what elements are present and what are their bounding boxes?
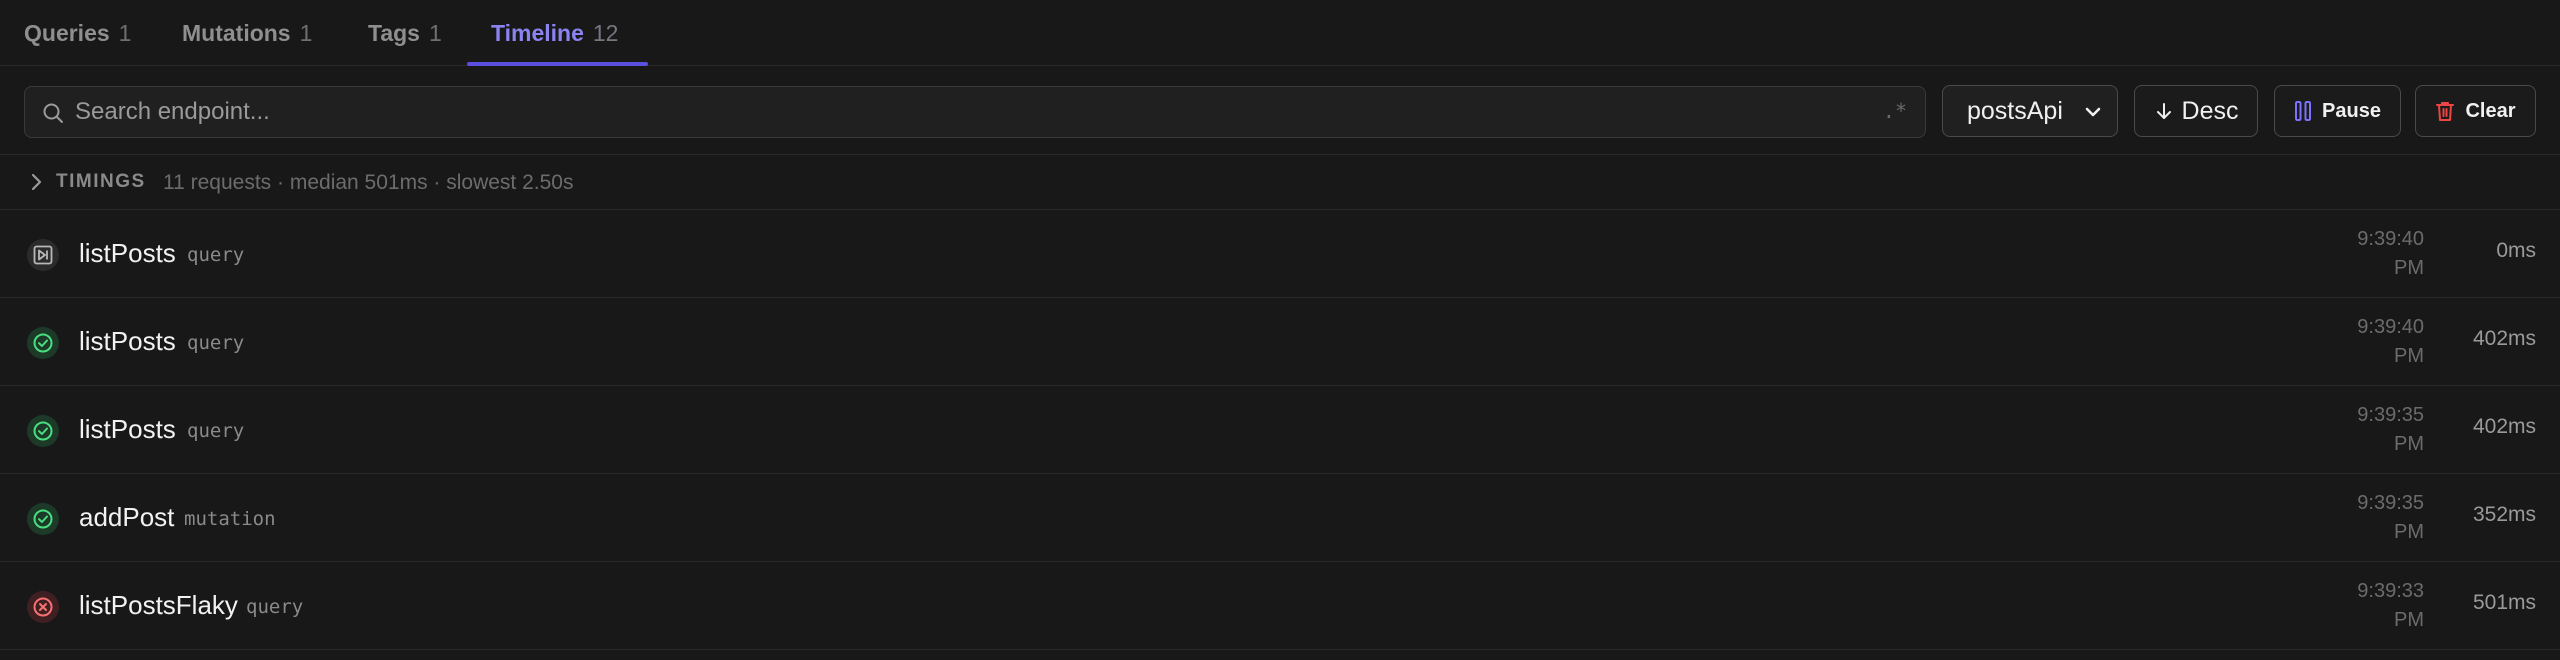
trash-icon [2436,102,2455,121]
request-time-clock: 9:39:40 [2357,316,2424,338]
tab-label: Tags [368,19,420,46]
request-time-clock: 9:39:40 [2357,228,2424,250]
tab-tags[interactable]: Tags 1 [368,0,442,66]
request-time: 9:39:40 PM [2334,225,2424,283]
request-duration: 402ms [2472,327,2536,350]
tab-count: 1 [118,19,132,46]
timeline-list: listPosts query 9:39:40 PM 0ms listPosts… [0,210,2560,650]
endpoint-name: listPosts [79,326,176,356]
search-icon [43,103,63,123]
tab-count: 12 [592,19,619,46]
request-time: 9:39:40 PM [2334,313,2424,371]
regex-toggle[interactable]: .* [1883,99,1907,123]
timings-summary: 11 requests · median 501ms · slowest 2.5… [163,171,574,194]
check-circle-icon [27,503,59,535]
check-circle-icon [27,415,59,447]
skip-forward-icon [27,239,59,271]
endpoint-name: listPosts [79,238,176,268]
pause-label: Pause [2322,99,2381,122]
clear-button[interactable]: Clear [2415,85,2536,137]
request-duration: 402ms [2472,415,2536,438]
request-duration: 501ms [2472,591,2536,614]
request-time-clock: 9:39:35 [2357,404,2424,426]
request-time-ampm: PM [2394,257,2424,279]
search-box[interactable]: .* [24,86,1926,138]
endpoint-type: query [187,244,245,266]
tab-count: 1 [428,19,442,46]
request-time-clock: 9:39:35 [2357,492,2424,514]
timeline-row[interactable]: listPosts query 9:39:40 PM 0ms [0,210,2560,298]
tab-count: 1 [299,19,313,46]
pause-button[interactable]: Pause [2274,85,2401,137]
api-select-value: postsApi [1967,96,2063,125]
tab-mutations[interactable]: Mutations 1 [182,0,312,66]
request-time: 9:39:35 PM [2334,401,2424,459]
tab-label: Queries [24,19,110,46]
arrow-down-icon [2156,103,2171,119]
request-time: 9:39:35 PM [2334,489,2424,547]
tab-timeline[interactable]: Timeline 12 [491,0,618,66]
endpoint-name: listPosts [79,414,176,444]
request-time: 9:39:33 PM [2334,577,2424,635]
tab-bar: Queries 1 Mutations 1 Tags 1 Timeline 12 [0,0,2560,66]
request-time-ampm: PM [2394,609,2424,631]
pause-icon [2295,101,2312,121]
endpoint-name: listPostsFlaky [79,590,238,620]
tab-label: Timeline [491,19,584,46]
timeline-row[interactable]: listPosts query 9:39:35 PM 402ms [0,386,2560,474]
search-input[interactable] [75,87,1855,137]
request-duration: 0ms [2496,239,2536,262]
tab-queries[interactable]: Queries 1 [24,0,131,66]
request-time-ampm: PM [2394,521,2424,543]
api-select[interactable]: postsApi [1942,85,2118,137]
timings-label: TIMINGS [56,171,146,192]
clear-label: Clear [2465,99,2516,122]
endpoint-type: query [187,420,245,442]
tab-label: Mutations [182,19,291,46]
endpoint-name: addPost [79,502,175,532]
request-duration: 352ms [2472,503,2536,526]
sort-order-button[interactable]: Desc [2134,85,2258,137]
endpoint-type: query [187,332,245,354]
timings-toggle[interactable]: TIMINGS 11 requests · median 501ms · slo… [0,155,2560,210]
sort-order-label: Desc [2181,96,2239,125]
endpoint-type: mutation [184,508,276,530]
check-circle-icon [27,327,59,359]
chevron-down-icon [2085,107,2101,117]
timeline-row[interactable]: addPost mutation 9:39:35 PM 352ms [0,474,2560,562]
timeline-row[interactable]: listPostsFlaky query 9:39:33 PM 501ms [0,562,2560,650]
toolbar: .* postsApi Desc Pause Clear [0,66,2560,155]
request-time-clock: 9:39:33 [2357,580,2424,602]
request-time-ampm: PM [2394,433,2424,455]
chevron-right-icon [31,173,42,191]
timeline-row[interactable]: listPosts query 9:39:40 PM 402ms [0,298,2560,386]
x-circle-icon [27,591,59,623]
endpoint-type: query [246,596,304,618]
request-time-ampm: PM [2394,345,2424,367]
